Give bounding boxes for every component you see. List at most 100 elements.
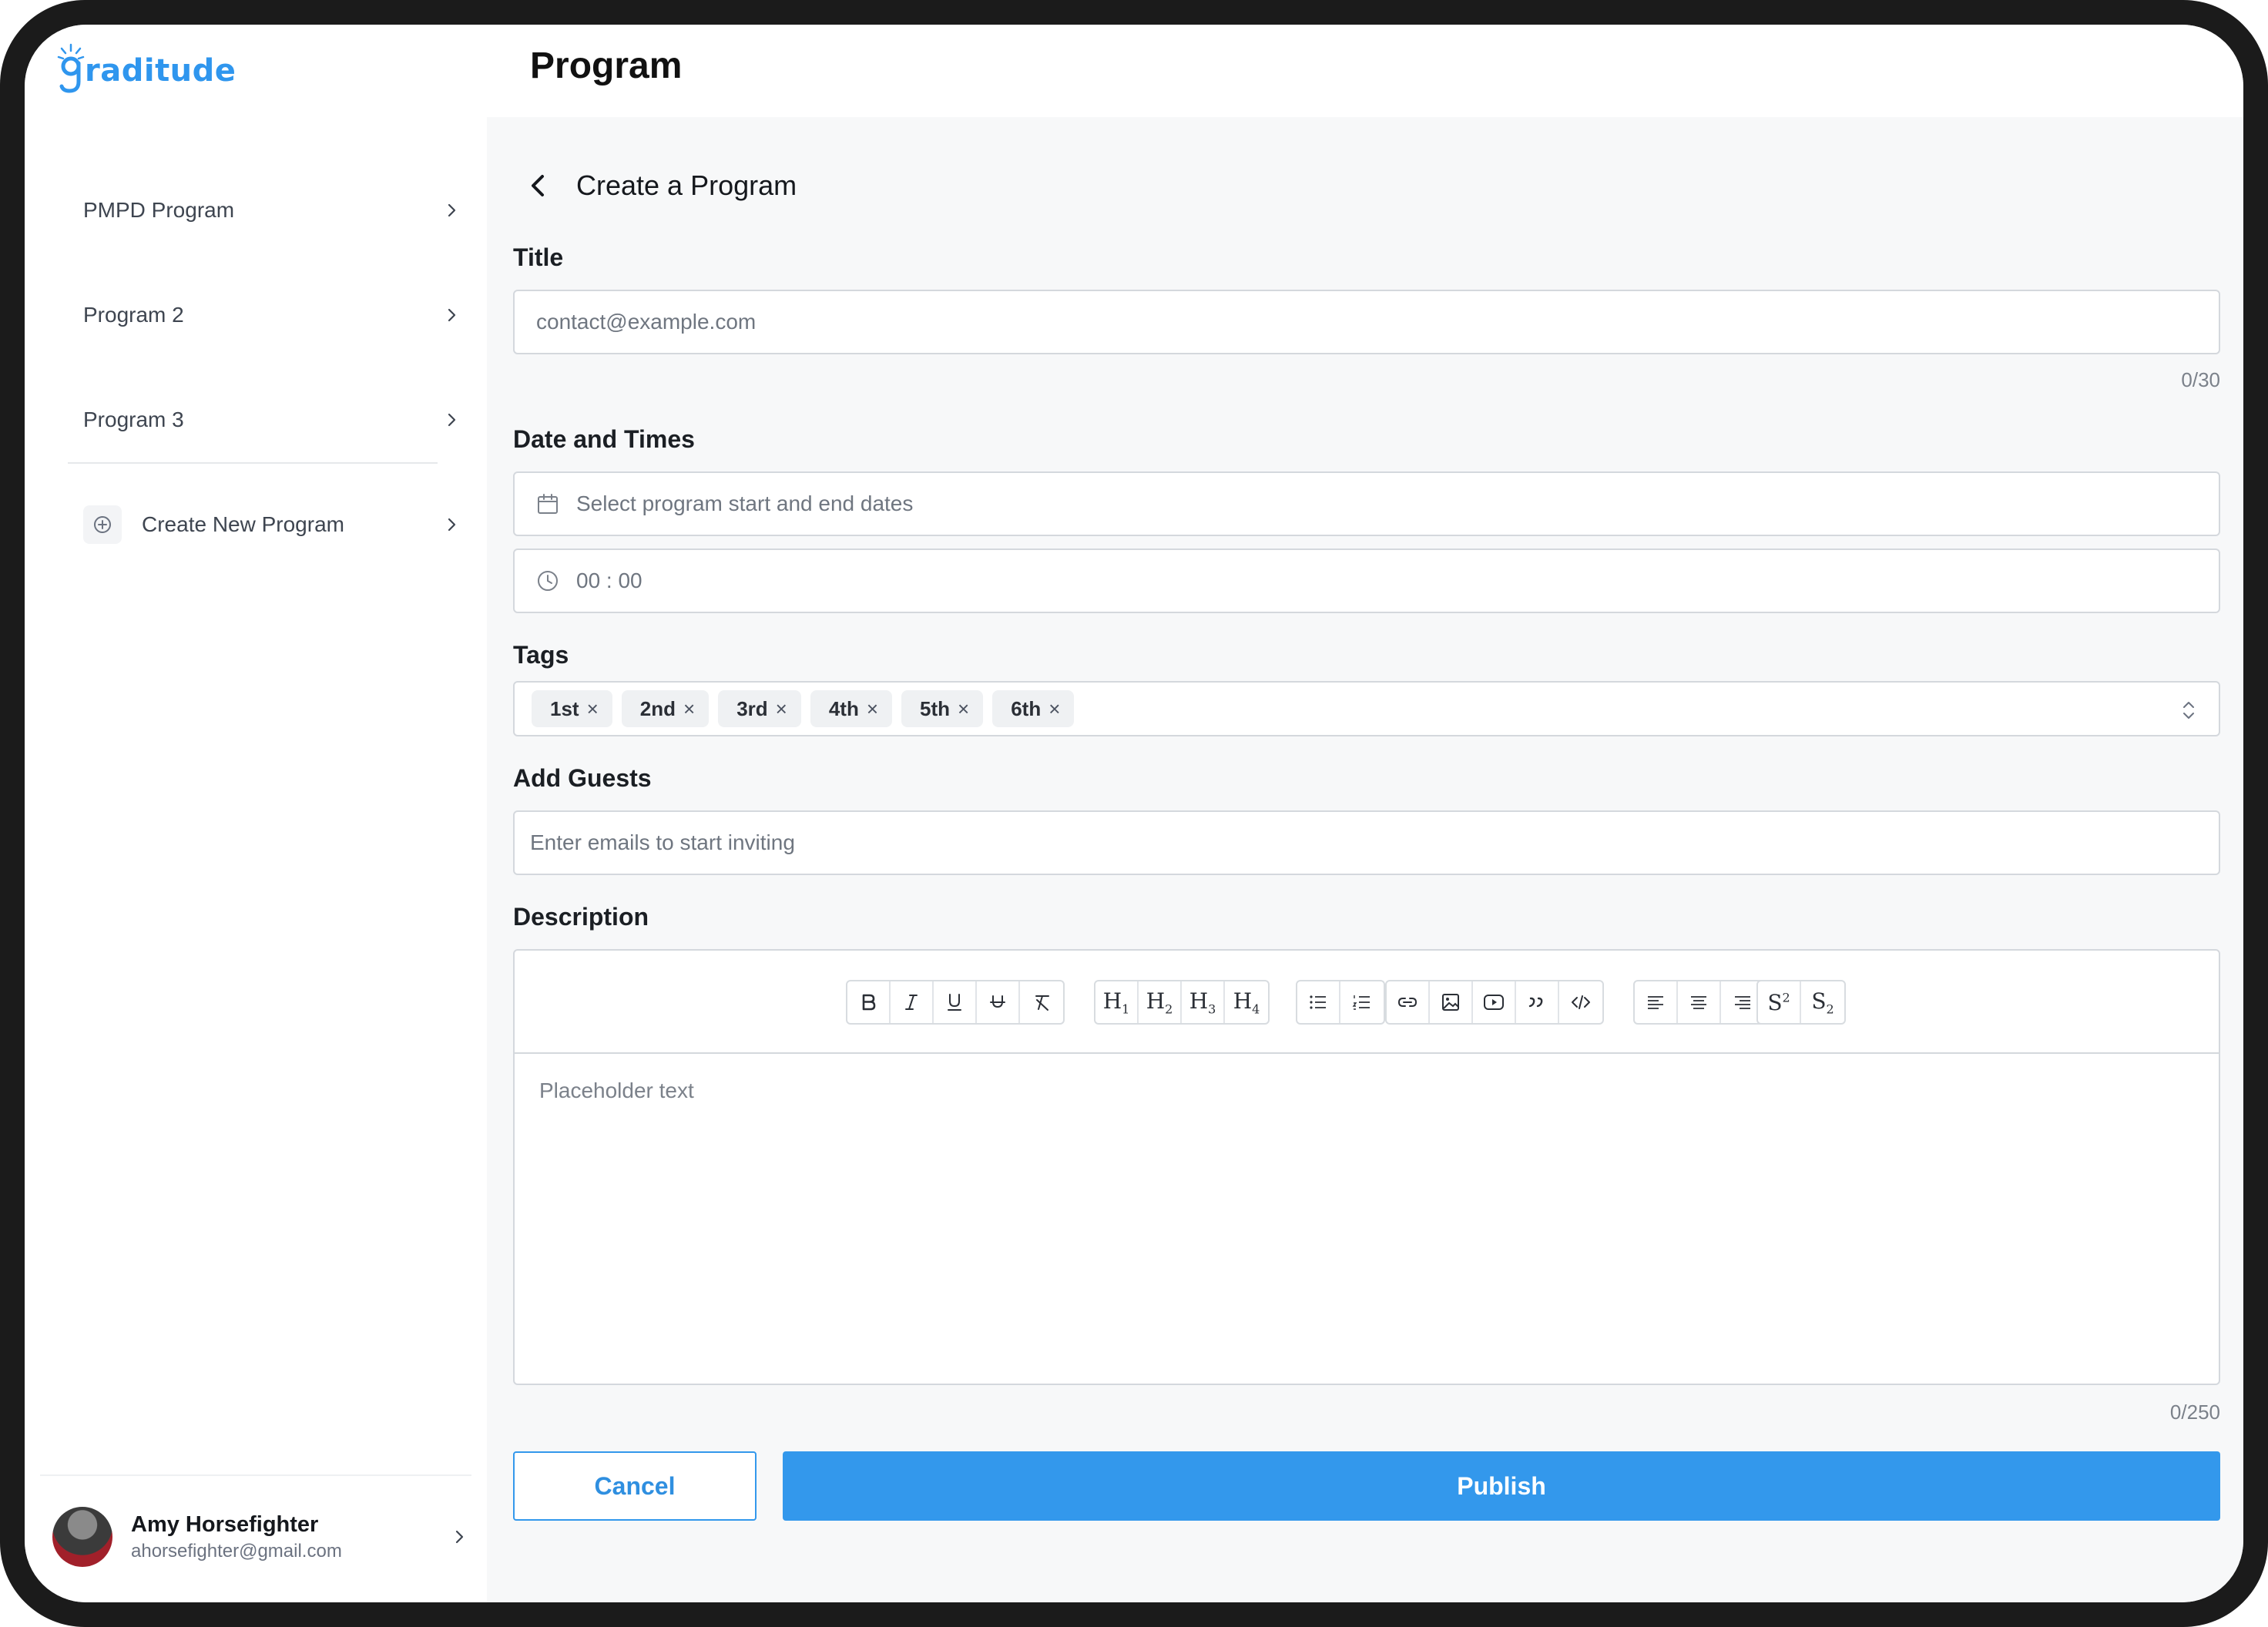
device-frame: raditude PMPD Program Program 2 Program … — [0, 0, 2268, 1627]
quote-icon — [1528, 997, 1543, 1008]
user-profile[interactable]: Amy Horsefighter ahorsefighter@gmail.com — [52, 1502, 484, 1572]
superscript-button[interactable]: S2 — [1758, 981, 1801, 1023]
tag-label: 2nd — [639, 696, 676, 720]
heading-1-button[interactable]: H1 — [1095, 981, 1139, 1023]
date-label: Date and Times — [513, 425, 695, 453]
create-new-program-button[interactable]: Create New Program — [83, 498, 461, 552]
heading-3-button[interactable]: H3 — [1182, 981, 1225, 1023]
bullet-list-button[interactable] — [1297, 981, 1340, 1023]
sidebar-item-label: Program 3 — [83, 408, 184, 431]
date-range-input[interactable]: Select program start and end dates — [513, 471, 2220, 536]
bold-icon — [862, 994, 876, 1011]
code-button[interactable] — [1559, 981, 1602, 1023]
code-icon — [1572, 995, 1590, 1009]
editor-toolbar: H1 H2 H3 H4 S2 S2 — [515, 951, 2219, 1054]
guests-label: Add Guests — [513, 764, 652, 792]
video-button[interactable] — [1473, 981, 1516, 1023]
align-left-button[interactable] — [1635, 981, 1678, 1023]
description-editor: H1 H2 H3 H4 S2 S2 Placeholder text — [513, 949, 2220, 1385]
strikethrough-button[interactable] — [977, 981, 1020, 1023]
sidebar-item-pmpd-program[interactable]: PMPD Program — [83, 183, 461, 237]
insert-group — [1385, 980, 1604, 1025]
align-right-icon — [1735, 996, 1750, 1009]
logo: raditude — [55, 40, 236, 102]
back-button[interactable]: Create a Program — [524, 169, 797, 202]
heading-4-button[interactable]: H4 — [1225, 981, 1268, 1023]
publish-button[interactable]: Publish — [783, 1451, 2220, 1521]
create-program-form: Create a Program Title contact@example.c… — [487, 117, 2243, 1602]
logo-bulb-g-icon — [55, 40, 86, 102]
description-textarea[interactable]: Placeholder text — [539, 1079, 694, 1103]
user-name: Amy Horsefighter — [131, 1511, 319, 1537]
tag-chip: 5th × — [901, 690, 984, 727]
subscript-icon: S2 — [1811, 988, 1834, 1017]
chevron-right-icon — [448, 413, 456, 427]
tags-select[interactable]: 1st × 2nd × 3rd × 4th × 5th × 6th × — [513, 681, 2220, 736]
title-placeholder: contact@example.com — [536, 310, 757, 334]
tag-remove-icon[interactable]: × — [587, 697, 599, 721]
heading-2-icon: H2 — [1146, 988, 1173, 1017]
underline-icon — [948, 994, 961, 1011]
chevron-right-icon — [448, 308, 456, 322]
title-input[interactable]: contact@example.com — [513, 290, 2220, 354]
create-new-program-label: Create New Program — [142, 512, 344, 536]
align-left-icon — [1648, 996, 1663, 1009]
user-email: ahorsefighter@gmail.com — [131, 1540, 342, 1562]
time-input[interactable]: 00 : 00 — [513, 548, 2220, 613]
numbered-list-icon — [1352, 995, 1370, 1010]
numbered-list-button[interactable] — [1340, 981, 1384, 1023]
cancel-button[interactable]: Cancel — [513, 1451, 757, 1521]
video-icon — [1484, 995, 1504, 1010]
tag-remove-icon[interactable]: × — [958, 697, 969, 721]
image-icon — [1442, 994, 1459, 1011]
sidebar-item-program-3[interactable]: Program 3 — [83, 393, 461, 447]
align-center-button[interactable] — [1678, 981, 1721, 1023]
chevron-right-icon — [448, 203, 456, 217]
script-group: S2 S2 — [1756, 980, 1846, 1025]
avatar — [52, 1507, 112, 1567]
tags-label: Tags — [513, 641, 569, 669]
sidebar-divider — [68, 462, 438, 464]
tag-chip: 6th × — [992, 690, 1075, 727]
title-counter: 0/30 — [2181, 368, 2220, 391]
guests-input[interactable]: Enter emails to start inviting — [513, 810, 2220, 875]
bold-button[interactable] — [847, 981, 891, 1023]
tag-remove-icon[interactable]: × — [683, 697, 695, 721]
tag-label: 6th — [1011, 696, 1042, 720]
align-group — [1633, 980, 1766, 1025]
clear-format-button[interactable] — [1020, 981, 1063, 1023]
tag-chip: 2nd × — [621, 690, 710, 727]
list-group — [1296, 980, 1385, 1025]
italic-button[interactable] — [891, 981, 934, 1023]
page-title: Program — [530, 45, 683, 86]
description-counter: 0/250 — [2169, 1401, 2220, 1424]
tag-remove-icon[interactable]: × — [867, 697, 878, 721]
image-button[interactable] — [1430, 981, 1473, 1023]
align-center-icon — [1691, 996, 1706, 1009]
bullet-list-icon — [1310, 995, 1326, 1009]
link-button[interactable] — [1387, 981, 1430, 1023]
clock-icon — [538, 571, 558, 591]
clear-format-icon — [1035, 995, 1049, 1011]
description-label: Description — [513, 903, 649, 931]
link-icon — [1397, 998, 1418, 1007]
tag-remove-icon[interactable]: × — [776, 697, 787, 721]
tag-label: 5th — [920, 696, 951, 720]
underline-button[interactable] — [934, 981, 977, 1023]
tag-label: 4th — [828, 696, 859, 720]
main-header: Program — [487, 25, 2243, 117]
chevron-up-down-icon[interactable] — [2177, 696, 2200, 724]
heading-1-icon: H1 — [1102, 988, 1130, 1017]
heading-2-button[interactable]: H2 — [1139, 981, 1182, 1023]
time-value: 00 : 00 — [576, 569, 642, 592]
logo-text: raditude — [85, 53, 237, 89]
chevron-right-icon — [448, 518, 456, 532]
quote-button[interactable] — [1516, 981, 1559, 1023]
subscript-button[interactable]: S2 — [1801, 981, 1844, 1023]
chevron-left-icon — [532, 175, 544, 196]
tag-remove-icon[interactable]: × — [1048, 697, 1060, 721]
guests-placeholder: Enter emails to start inviting — [530, 830, 795, 854]
sidebar-item-program-2[interactable]: Program 2 — [83, 288, 461, 342]
heading-3-icon: H3 — [1189, 988, 1216, 1017]
tag-chip: 1st × — [532, 690, 612, 727]
